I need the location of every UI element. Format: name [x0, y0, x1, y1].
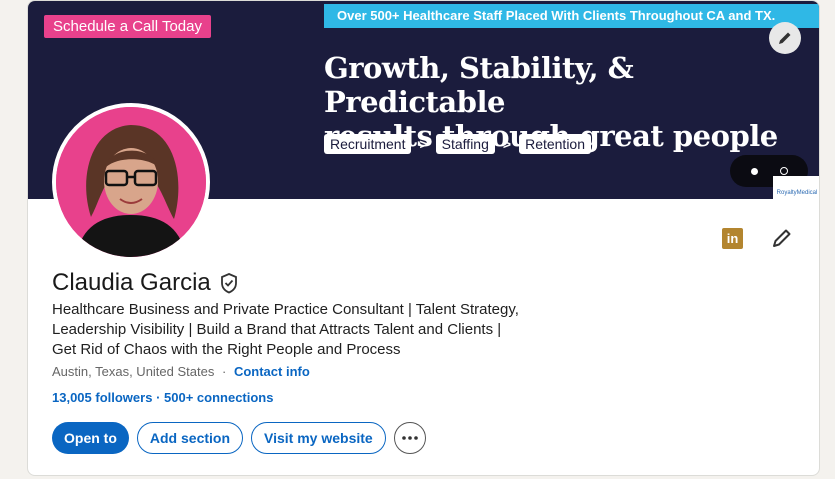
banner-headline-line1: Growth, Stability, & Predictable	[324, 51, 634, 119]
profile-name: Claudia Garcia	[52, 269, 211, 296]
brand-logo: RoyaltyMedical	[773, 176, 819, 199]
pencil-icon	[779, 32, 791, 44]
carousel-dot-active[interactable]	[750, 167, 758, 175]
visit-website-button[interactable]: Visit my website	[251, 422, 386, 454]
profile-avatar[interactable]	[52, 103, 210, 261]
banner-cta-tag: Schedule a Call Today	[44, 15, 211, 38]
banner-ribbon: Over 500+ Healthcare Staff Placed With C…	[324, 4, 819, 28]
followers-link[interactable]: 13,005 followers	[52, 390, 152, 405]
carousel-dot[interactable]	[779, 167, 788, 175]
open-to-button[interactable]: Open to	[52, 422, 129, 454]
edit-cover-button[interactable]	[769, 22, 801, 54]
pill-arrow: >	[502, 136, 512, 152]
banner-pills: Recruitment > Staffing > Retention	[324, 134, 592, 154]
profile-location: Austin, Texas, United States	[52, 364, 215, 379]
verified-shield-icon[interactable]	[219, 272, 239, 294]
more-actions-button[interactable]	[393, 422, 426, 454]
more-horizontal-icon	[401, 436, 418, 440]
contact-info-link[interactable]: Contact info	[234, 364, 310, 379]
profile-actions: Open to Add section Visit my website	[52, 422, 426, 454]
intro-actions: in	[722, 227, 793, 249]
pencil-icon[interactable]	[771, 227, 793, 249]
network-separator: ·	[152, 390, 165, 405]
connections-link[interactable]: 500+ connections	[164, 390, 273, 405]
pill-retention: Retention	[519, 134, 592, 154]
location-separator: ·	[221, 364, 227, 379]
pill-recruitment: Recruitment	[324, 134, 412, 154]
profile-headline: Healthcare Business and Private Practice…	[52, 301, 519, 358]
add-section-button[interactable]: Add section	[136, 422, 244, 454]
pill-arrow: >	[419, 136, 428, 152]
profile-location-row: Austin, Texas, United States · Contact i…	[52, 364, 310, 379]
pill-staffing: Staffing	[435, 134, 495, 154]
name-row: Claudia Garcia	[52, 269, 239, 297]
profile-card: Schedule a Call Today Over 500+ Healthca…	[27, 0, 820, 476]
avatar-photo	[56, 107, 206, 257]
network-row: 13,005 followers · 500+ connections	[52, 390, 273, 405]
linkedin-icon[interactable]: in	[722, 227, 743, 249]
